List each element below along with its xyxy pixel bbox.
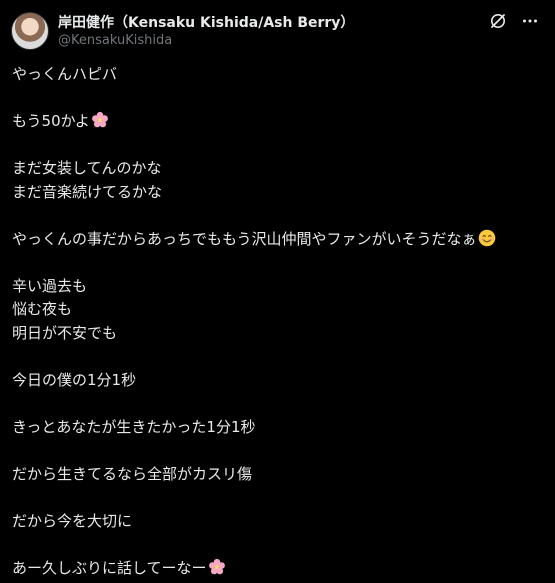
- post-line: まだ音楽続けてるかな: [12, 182, 163, 201]
- post-text: やっくんハピバ もう50かよ まだ女装してんのかな まだ音楽続けてるかな やっく…: [12, 63, 542, 580]
- author-names: 岸田健作（Kensaku Kishida/Ash Berry） @Kensaku…: [58, 14, 354, 49]
- avatar[interactable]: [11, 12, 49, 50]
- post-line-text: やっくんの事だからあっちでももう沢山仲間やファンがいそうだなぁ: [12, 229, 477, 248]
- post-line: だから生きてるなら全部がカスリ傷: [12, 464, 253, 483]
- post-line: 明日が不安でも: [12, 323, 118, 342]
- post-line: あー久しぶりに話してーなー: [12, 557, 542, 581]
- post-line: もう50かよ: [12, 110, 542, 134]
- post-line: やっくんハピバ: [12, 65, 118, 83]
- post: 岸田健作（Kensaku Kishida/Ash Berry） @Kensaku…: [0, 0, 555, 583]
- post-line-text: あー久しぶりに話してーなー: [12, 558, 207, 577]
- cherry-blossom-emoji: [208, 558, 226, 576]
- cherry-blossom-emoji: [91, 111, 109, 129]
- author-display-name[interactable]: 岸田健作（Kensaku Kishida/Ash Berry）: [58, 14, 354, 32]
- post-line: 辛い過去も: [12, 276, 88, 295]
- grok-icon[interactable]: [489, 12, 507, 30]
- post-line: 今日の僕の1分1秒: [12, 370, 137, 389]
- post-line: きっとあなたが生きたかった1分1秒: [12, 417, 256, 436]
- post-actions: [489, 12, 539, 30]
- author-handle[interactable]: @KensakuKishida: [58, 32, 354, 49]
- post-line: まだ女装してんのかな: [12, 159, 162, 177]
- post-header: 岸田健作（Kensaku Kishida/Ash Berry） @Kensaku…: [11, 11, 354, 51]
- post-line: だから今を大切に: [12, 511, 133, 530]
- post-line: 悩む夜も: [12, 300, 73, 318]
- post-line: やっくんの事だからあっちでももう沢山仲間やファンがいそうだなぁ: [12, 228, 542, 252]
- more-options-icon[interactable]: [521, 12, 539, 30]
- post-line-text: もう50かよ: [12, 112, 90, 130]
- smiling-face-emoji: [478, 229, 496, 247]
